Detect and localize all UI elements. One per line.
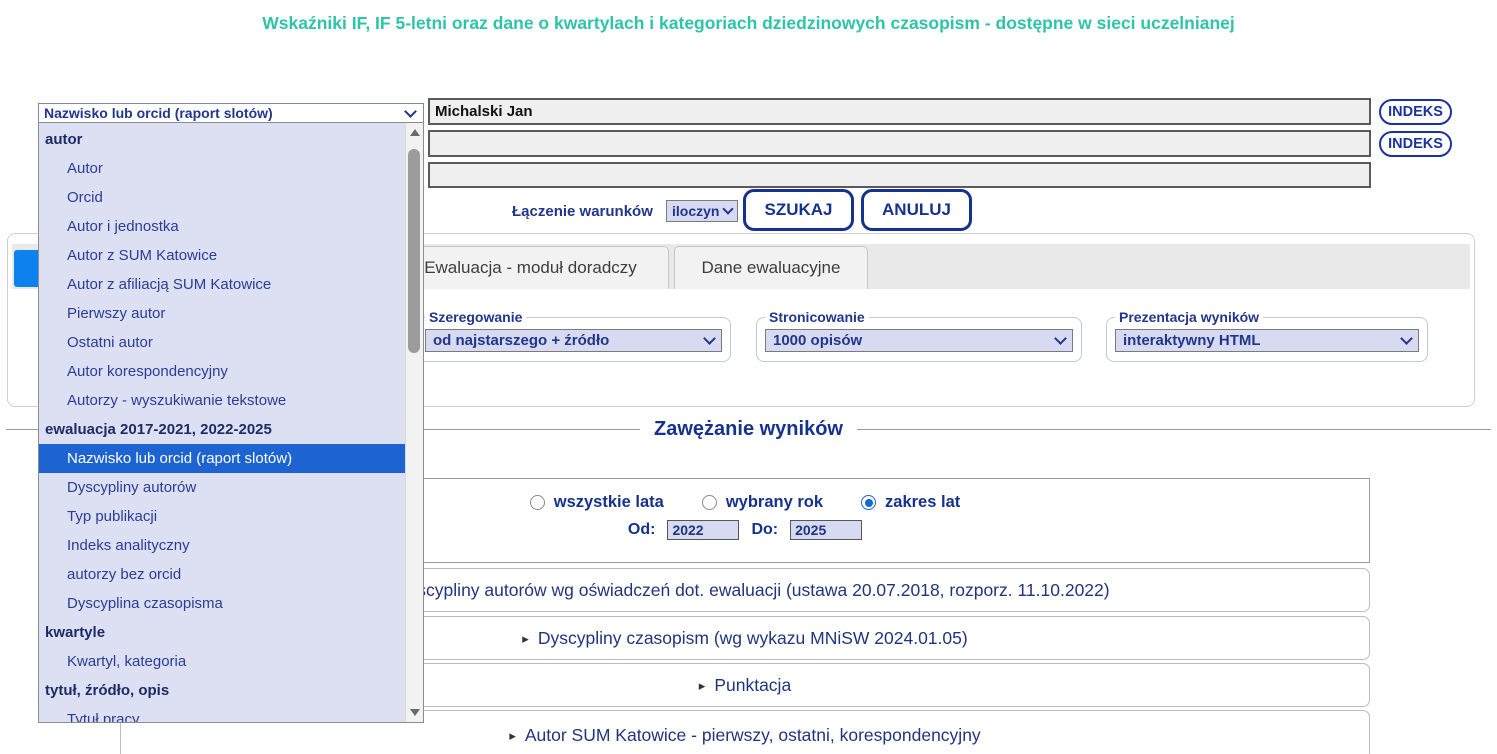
stronicowanie-legend: Stronicowanie xyxy=(765,309,869,325)
narrowing-heading-text: Zawężanie wyników xyxy=(654,418,843,441)
section-label: Dyscypliny czasopism (wg wykazu MNiSW 20… xyxy=(538,628,968,649)
section-label: Dyscypliny autorów wg oświadczeń dot. ew… xyxy=(396,580,1110,601)
tab-label: Dane ewaluacyjne xyxy=(702,258,841,278)
dropdown-group-kwartyle: kwartyle xyxy=(39,618,406,647)
radio-label: wybrany rok xyxy=(726,493,823,512)
page: Wskaźniki IF, IF 5-letni oraz dane o kwa… xyxy=(0,0,1497,754)
radio-icon[interactable] xyxy=(702,495,717,510)
dropdown-option[interactable]: Orcid xyxy=(39,183,406,212)
dropdown-options-list: autor Autor Orcid Autor i jednostka Auto… xyxy=(39,125,406,723)
section-label: Punktacja xyxy=(714,675,791,696)
dropdown-option[interactable]: Dyscyplina czasopisma xyxy=(39,589,406,618)
dropdown-group-ewaluacja: ewaluacja 2017-2021, 2022-2025 xyxy=(39,415,406,444)
search-input-1[interactable] xyxy=(428,98,1371,125)
dropdown-scrollbar[interactable] xyxy=(405,123,423,722)
tab-ewaluacja-modul-doradczy[interactable]: Ewaluacja - moduł doradczy xyxy=(392,246,669,289)
conditions-label: Łączenie warunków xyxy=(512,203,653,220)
dropdown-group-tytul: tytuł, źródło, opis xyxy=(39,676,406,705)
prezentacja-wynikow-fieldset: Prezentacja wyników interaktywny HTML xyxy=(1106,309,1428,362)
conditions-select-value: iloczyn xyxy=(672,203,719,219)
dropdown-option[interactable]: Autorzy - wyszukiwanie tekstowe xyxy=(39,386,406,415)
dropdown-group-autor: autor xyxy=(39,125,406,154)
conditions-select[interactable]: iloczyn xyxy=(666,200,738,222)
tab-label: Ewaluacja - moduł doradczy xyxy=(424,258,637,278)
dropdown-option[interactable]: Indeks analityczny xyxy=(39,531,406,560)
chevron-down-icon xyxy=(1400,332,1413,345)
section-label: Autor SUM Katowice - pierwszy, ostatni, … xyxy=(525,725,981,746)
expand-arrow-icon: ▸ xyxy=(522,632,529,645)
radio-wszystkie-lata[interactable]: wszystkie lata xyxy=(530,493,664,512)
stronicowanie-select[interactable]: 1000 opisów xyxy=(765,329,1073,352)
stronicowanie-fieldset: Stronicowanie 1000 opisów xyxy=(756,309,1082,362)
dropdown-option[interactable]: Autor xyxy=(39,154,406,183)
chevron-down-icon xyxy=(404,105,417,118)
indeks-button-2[interactable]: INDEKS xyxy=(1379,131,1452,157)
tab-dane-ewaluacyjne[interactable]: Dane ewaluacyjne xyxy=(674,246,868,289)
arrow-up-icon xyxy=(410,129,420,136)
expand-arrow-icon: ▸ xyxy=(509,729,516,742)
dropdown-option[interactable]: Kwartyl, kategoria xyxy=(39,647,406,676)
dropdown-option[interactable]: Autor z SUM Katowice xyxy=(39,241,406,270)
from-year-input[interactable] xyxy=(667,520,739,540)
search-field-select-value: Nazwisko lub orcid (raport slotów) xyxy=(44,105,273,121)
dropdown-option[interactable]: Autor z afiliacją SUM Katowice xyxy=(39,270,406,299)
dropdown-option[interactable]: autorzy bez orcid xyxy=(39,560,406,589)
szeregowanie-select-value: od najstarszego + źródło xyxy=(433,332,609,349)
to-label: Do: xyxy=(751,521,778,539)
arrow-down-icon xyxy=(410,709,420,716)
dropdown-option[interactable]: Autor i jednostka xyxy=(39,212,406,241)
to-year-input[interactable] xyxy=(790,520,862,540)
dropdown-option-selected[interactable]: Nazwisko lub orcid (raport slotów) xyxy=(39,444,406,473)
radio-icon-selected[interactable] xyxy=(861,495,876,510)
scrollbar-up-button[interactable] xyxy=(406,124,423,141)
indeks-button-1[interactable]: INDEKS xyxy=(1379,99,1452,125)
search-field-select[interactable]: Nazwisko lub orcid (raport slotów) xyxy=(38,103,424,123)
radio-zakres-lat[interactable]: zakres lat xyxy=(861,493,960,512)
anuluj-button[interactable]: ANULUJ xyxy=(861,189,972,231)
search-field-dropdown: autor Autor Orcid Autor i jednostka Auto… xyxy=(38,122,424,723)
szeregowanie-fieldset: Szeregowanie od najstarszego + źródło xyxy=(416,309,731,362)
chevron-down-icon xyxy=(703,332,716,345)
dropdown-option[interactable]: Autor korespondencyjny xyxy=(39,357,406,386)
stronicowanie-select-value: 1000 opisów xyxy=(773,332,862,349)
radio-label: wszystkie lata xyxy=(554,493,664,512)
dropdown-option[interactable]: Pierwszy autor xyxy=(39,299,406,328)
prezentacja-wynikow-legend: Prezentacja wyników xyxy=(1115,309,1263,325)
szukaj-button[interactable]: SZUKAJ xyxy=(743,189,854,231)
scrollbar-thumb[interactable] xyxy=(408,149,420,353)
from-label: Od: xyxy=(628,521,656,539)
page-title: Wskaźniki IF, IF 5-letni oraz dane o kwa… xyxy=(0,13,1497,34)
prezentacja-wynikow-select[interactable]: interaktywny HTML xyxy=(1115,329,1419,352)
prezentacja-wynikow-select-value: interaktywny HTML xyxy=(1123,332,1261,349)
radio-wybrany-rok[interactable]: wybrany rok xyxy=(702,493,823,512)
szeregowanie-select[interactable]: od najstarszego + źródło xyxy=(425,329,722,352)
dropdown-option[interactable]: Ostatni autor xyxy=(39,328,406,357)
expand-arrow-icon: ▸ xyxy=(699,679,706,692)
divider-line xyxy=(857,429,1491,430)
dropdown-option[interactable]: Typ publikacji xyxy=(39,502,406,531)
szeregowanie-legend: Szeregowanie xyxy=(425,309,526,325)
search-input-2[interactable] xyxy=(428,130,1371,157)
dropdown-option[interactable]: Tytuł pracy xyxy=(39,705,406,723)
chevron-down-icon xyxy=(1054,332,1067,345)
search-input-3[interactable] xyxy=(428,162,1371,188)
chevron-down-icon xyxy=(722,203,733,214)
scrollbar-down-button[interactable] xyxy=(406,704,423,721)
radio-icon[interactable] xyxy=(530,495,545,510)
radio-label: zakres lat xyxy=(885,493,960,512)
dropdown-option[interactable]: Dyscypliny autorów xyxy=(39,473,406,502)
